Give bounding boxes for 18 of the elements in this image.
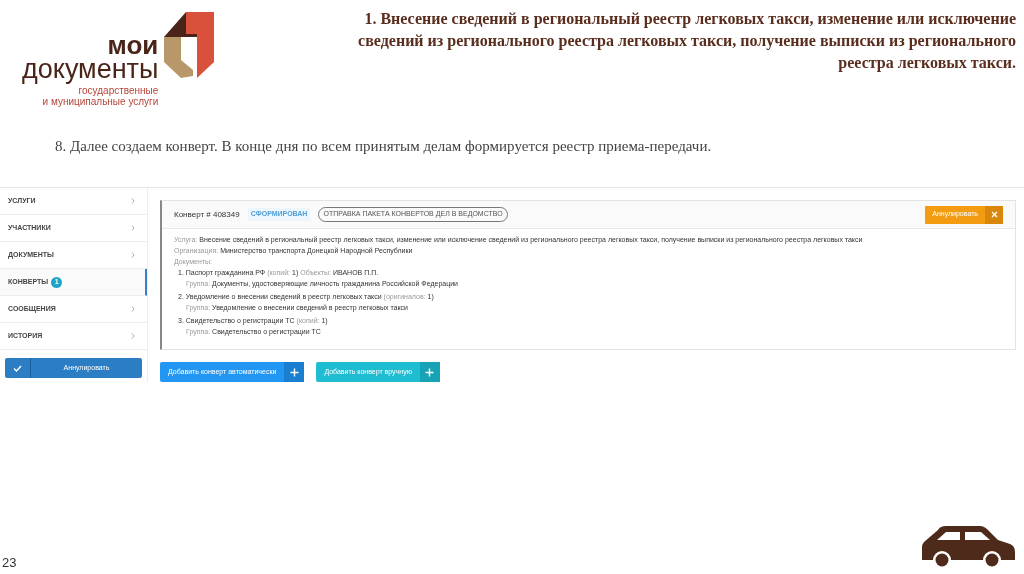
slide-title: 1. Внесение сведений в региональный реестр легковых такси, изменение или исключение сведений из регионального реестра легковых такси, получение выписки из регионального реестра легковых такси.: [357, 9, 1017, 74]
chevron-right-icon: [131, 252, 135, 258]
close-icon: [990, 211, 998, 218]
logo-text: мои: [107, 34, 159, 56]
step-description: 8. Далее создаем конверт. В конце дня по всем принятым делам формируется реестр приема-передачи.: [55, 137, 713, 156]
chevron-right-icon: [131, 306, 135, 312]
envelope-title: Конверт # 408349: [174, 208, 240, 221]
plus-icon: [425, 367, 435, 377]
logo-tagline: государственные: [78, 85, 159, 96]
chevron-right-icon: [131, 333, 135, 339]
logo-text: документы: [22, 56, 159, 82]
chevron-right-icon: [131, 225, 135, 231]
checkmark-icon: [13, 364, 22, 372]
logo-tagline: и муниципальные услуги: [42, 96, 159, 107]
plus-icon: [289, 367, 299, 377]
chevron-right-icon: [131, 198, 135, 204]
logo-icon: [164, 12, 215, 78]
page-number: 23: [2, 553, 17, 572]
